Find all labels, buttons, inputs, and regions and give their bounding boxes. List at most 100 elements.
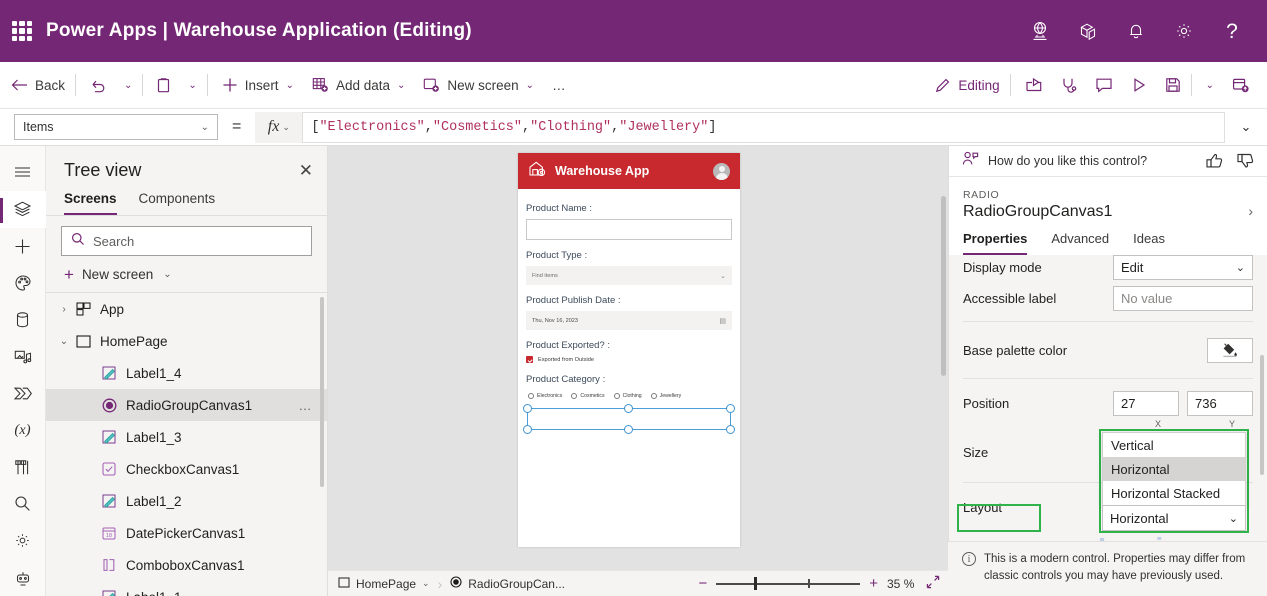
save-dropdown[interactable]: ⌄ (1199, 69, 1221, 101)
editing-mode-button[interactable]: Editing (928, 69, 1006, 101)
thumbs-up-icon[interactable] (1206, 153, 1223, 169)
display-mode-select[interactable]: Edit ⌄ (1113, 255, 1253, 280)
save-button[interactable] (1158, 69, 1188, 101)
accessible-label-input[interactable]: No value (1113, 286, 1253, 311)
chevron-right-icon[interactable]: › (56, 304, 72, 315)
back-button[interactable]: Back (4, 69, 72, 101)
paste-button[interactable] (150, 69, 177, 101)
layout-select[interactable]: Horizontal ⌄ (1102, 505, 1246, 531)
rail-tools-icon[interactable] (0, 449, 46, 486)
settings-gear-icon[interactable] (1171, 18, 1197, 44)
insert-button[interactable]: Insert ⌄ (215, 69, 301, 101)
properties-scrollbar[interactable] (1260, 355, 1264, 475)
new-screen-button[interactable]: New screen ⌄ (416, 69, 541, 101)
resize-handle-top-center[interactable] (624, 404, 633, 413)
position-x-input[interactable]: 27 (1113, 390, 1179, 416)
phone-screen-preview[interactable]: Warehouse App Product Name : Product Typ… (518, 153, 740, 547)
zoom-slider-thumb[interactable] (754, 577, 757, 590)
resize-handle-bottom-right[interactable] (726, 425, 735, 434)
search-input[interactable]: Search (61, 226, 312, 256)
tree-node[interactable]: › App (46, 293, 327, 325)
breadcrumb-screen[interactable]: HomePage ⌄ (328, 577, 440, 591)
share-button[interactable] (1018, 69, 1050, 101)
close-icon[interactable]: ✕ (299, 162, 313, 179)
rail-theme-palette-icon[interactable] (0, 264, 46, 301)
rail-data-cylinder-icon[interactable] (0, 301, 46, 338)
formula-input[interactable]: ["Electronics","Cosmetics","Clothing","J… (303, 111, 1225, 143)
paste-dropdown[interactable]: ⌄ (181, 69, 203, 101)
breadcrumb-control[interactable]: RadioGroupCan... (440, 576, 575, 591)
layout-dropdown-list[interactable]: Vertical Horizontal Horizontal Stacked (1102, 432, 1246, 506)
rail-settings-gear-icon[interactable] (0, 522, 46, 559)
tree-node-more-button[interactable]: … (299, 398, 314, 413)
zoom-in-button[interactable]: + (869, 576, 878, 591)
resize-handle-bottom-left[interactable] (523, 425, 532, 434)
notification-bell-icon[interactable] (1123, 18, 1149, 44)
canvas-scrollbar[interactable] (941, 146, 946, 570)
app-checker-button[interactable] (1054, 69, 1084, 101)
preview-play-button[interactable] (1124, 69, 1154, 101)
tree-node[interactable]: 18 DatePickerCanvas1 (46, 517, 327, 549)
product-category-radio-group[interactable]: Electronics Cosmetics Clothing Jewellery (526, 390, 732, 402)
new-screen-button[interactable]: + New screen ⌄ (46, 256, 327, 292)
tab-properties[interactable]: Properties (963, 231, 1028, 255)
zoom-out-button[interactable]: − (698, 576, 707, 591)
tree-node[interactable]: CheckboxCanvas1 (46, 453, 327, 485)
product-type-combobox[interactable]: Find items ⌄ (526, 266, 732, 285)
layout-option-horizontal[interactable]: Horizontal (1103, 457, 1245, 481)
tree-node[interactable]: Label1_1 (46, 581, 327, 596)
tab-components[interactable]: Components (139, 191, 216, 215)
rail-insert-plus-icon[interactable] (0, 228, 46, 265)
undo-button[interactable] (83, 69, 113, 101)
tree-node[interactable]: Label1_4 (46, 357, 327, 389)
apps-icon[interactable] (1075, 18, 1101, 44)
add-data-button[interactable]: Add data ⌄ (305, 69, 412, 101)
position-y-input[interactable]: 736 (1187, 390, 1253, 416)
thumbs-down-icon[interactable] (1237, 153, 1254, 169)
help-question-icon[interactable]: ? (1219, 18, 1245, 44)
rail-tree-view-layers-icon[interactable] (0, 190, 46, 228)
tree-node[interactable]: ⌄ HomePage (46, 325, 327, 357)
tab-ideas[interactable]: Ideas (1133, 231, 1165, 255)
product-exported-checkbox[interactable]: Exported from Outside (526, 356, 732, 363)
tab-advanced[interactable]: Advanced (1051, 231, 1109, 255)
undo-dropdown[interactable]: ⌄ (117, 69, 139, 101)
rail-power-automate-icon[interactable] (0, 375, 46, 412)
environment-icon[interactable] (1027, 18, 1053, 44)
more-commands-button[interactable]: … (545, 69, 574, 101)
publish-button[interactable] (1225, 69, 1257, 101)
resize-handle-top-left[interactable] (523, 404, 532, 413)
resize-handle-bottom-center[interactable] (624, 425, 633, 434)
rail-hamburger-menu-icon[interactable] (0, 154, 46, 191)
rail-copilot-icon[interactable] (0, 559, 46, 596)
chevron-down-icon[interactable]: ⌄ (56, 336, 72, 347)
zoom-slider[interactable] (716, 577, 861, 591)
formula-expand-button[interactable]: ⌄ (1225, 119, 1267, 135)
fit-to-screen-icon[interactable] (926, 575, 940, 592)
base-palette-color-picker[interactable] (1207, 337, 1253, 363)
radio-option[interactable]: Electronics (528, 393, 562, 399)
product-publish-date-picker[interactable]: Thu, Nov 16, 2023 ▤ (526, 311, 732, 330)
radio-option[interactable]: Cosmetics (571, 393, 605, 399)
property-selector[interactable]: Items ⌄ (14, 114, 218, 140)
layout-option-horizontal-stacked[interactable]: Horizontal Stacked (1103, 481, 1245, 505)
tree-scrollbar[interactable] (320, 297, 324, 487)
resize-handle-top-right[interactable] (726, 404, 735, 413)
rail-media-icon[interactable] (0, 338, 46, 375)
radio-option[interactable]: Jewellery (650, 393, 681, 399)
rail-variables-x-icon[interactable]: (x) (0, 412, 46, 449)
fx-button[interactable]: fx ⌄ (255, 111, 304, 143)
chevron-right-icon[interactable]: › (1248, 203, 1253, 219)
tree-node[interactable]: RadioGroupCanvas1… (46, 389, 327, 421)
layout-option-vertical[interactable]: Vertical (1103, 433, 1245, 457)
app-launcher-waffle-icon[interactable] (12, 21, 32, 41)
tab-screens[interactable]: Screens (64, 191, 117, 215)
tree-node[interactable]: ComboboxCanvas1 (46, 549, 327, 581)
comment-button[interactable] (1088, 69, 1120, 101)
rail-search-icon[interactable] (0, 485, 46, 522)
product-name-input[interactable] (526, 219, 732, 240)
tree-node[interactable]: Label1_2 (46, 485, 327, 517)
radio-option[interactable]: Clothing (613, 393, 642, 399)
app-canvas[interactable]: Warehouse App Product Name : Product Typ… (328, 146, 948, 570)
tree-node[interactable]: Label1_3 (46, 421, 327, 453)
